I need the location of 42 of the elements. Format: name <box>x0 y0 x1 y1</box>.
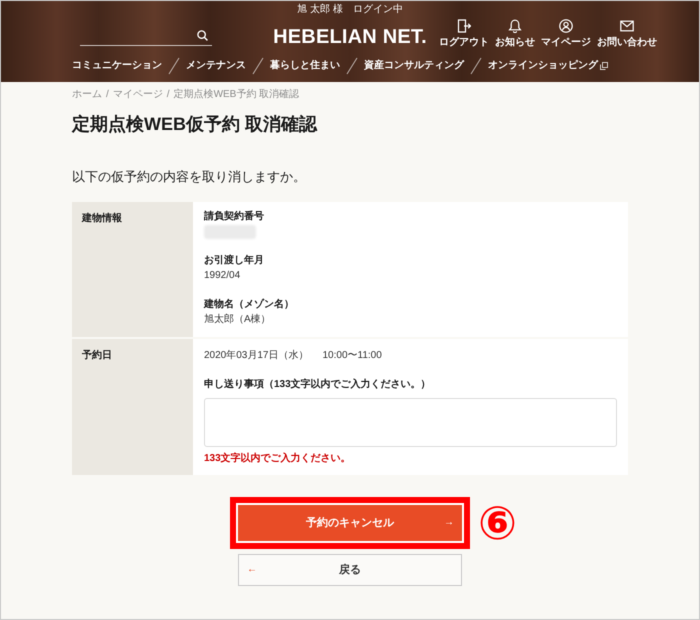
notifications-link[interactable]: お知らせ <box>494 19 535 49</box>
nav-divider <box>346 57 358 75</box>
cancel-reservation-button[interactable]: 予約のキャンセル → <box>238 505 462 541</box>
nav-link[interactable]: オンラインショッピング <box>488 59 608 73</box>
breadcrumb-separator: / <box>106 89 109 101</box>
nav-link[interactable]: コミュニケーション <box>72 59 162 73</box>
step-number: ⑥ <box>478 500 517 546</box>
door-arrow-icon <box>456 19 471 33</box>
field-label: 申し送り事項（133文字以内でご入力ください。） <box>204 378 432 392</box>
arrow-right-icon: → <box>444 517 454 529</box>
arrow-left-icon: ← <box>247 564 257 576</box>
error-message: 133文字以内でご入力ください。 <box>204 452 352 466</box>
nav-link[interactable]: 資産コンサルティング <box>364 59 464 73</box>
field-label: 請負契約番号 <box>204 210 265 224</box>
nav-divider <box>168 57 180 75</box>
search-icon <box>197 30 208 41</box>
confirmation-prompt: 以下の仮予約の内容を取り消しますか。 <box>72 168 307 186</box>
mypage-link[interactable]: マイページ <box>540 19 591 49</box>
contact-link[interactable]: お問い合わせ <box>596 19 657 49</box>
bell-icon <box>508 19 522 33</box>
breadcrumb-current: 定期点検WEB予約 取消確認 <box>174 89 300 101</box>
user-icon <box>558 19 573 33</box>
nav-link[interactable]: メンテナンス <box>186 59 246 73</box>
row-label: 予約日 <box>72 339 193 475</box>
mail-icon <box>620 19 634 33</box>
field-label: お引渡し年月 <box>204 254 265 268</box>
breadcrumb-separator: / <box>166 89 170 101</box>
nav-link[interactable]: 暮らしと住まい <box>270 59 340 73</box>
site-logo[interactable]: HEBELIAN NET. <box>273 25 427 49</box>
row-label: 建物情報 <box>72 202 193 337</box>
nav-divider <box>252 57 264 75</box>
page-title: 定期点検WEB仮予約 取消確認 <box>72 113 318 136</box>
nav-divider <box>470 57 482 75</box>
logout-link[interactable]: ログアウト <box>438 19 489 49</box>
reservation-time: 10:00〜11:00 <box>322 349 382 363</box>
memo-field[interactable] <box>204 398 617 447</box>
back-button[interactable]: ← 戻る <box>238 554 462 586</box>
field-value: 1992/04 <box>204 269 242 283</box>
reservation-date: 2020年03月17日（水） <box>204 349 308 363</box>
field-value: 旭太郎（A棟） <box>204 313 272 327</box>
field-label: 建物名（メゾン名） <box>204 298 295 312</box>
login-status: 旭 太郎 様 ログイン中 <box>297 4 403 17</box>
